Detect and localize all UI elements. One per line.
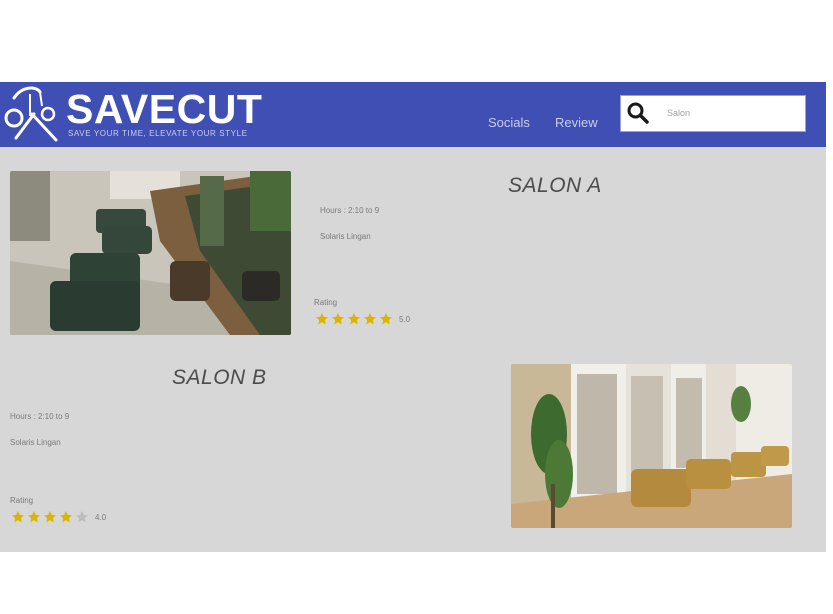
nav-link-review[interactable]: Review <box>555 115 598 130</box>
salon-b-rating-label: Rating <box>10 496 34 505</box>
star-icon <box>348 313 360 325</box>
salon-a-rating-label: Rating <box>314 298 338 307</box>
salon-a-location: Solaris Lingan <box>320 232 371 241</box>
salon-b-photo[interactable] <box>511 364 792 528</box>
rating-count: 5.0 <box>399 314 411 324</box>
salon-b-title[interactable]: SALON B <box>172 366 267 390</box>
search-box[interactable] <box>620 95 806 132</box>
salon-a-rating-stars: 5.0 <box>315 312 410 326</box>
star-icon <box>44 511 56 523</box>
salon-b-location: Solaris Lingan <box>10 438 61 447</box>
salon-a-title[interactable]: SALON A <box>508 174 602 198</box>
star-icon <box>332 313 344 325</box>
search-icon[interactable] <box>626 101 650 125</box>
star-icon <box>380 313 392 325</box>
nav-link-socials[interactable]: Socials <box>488 115 530 130</box>
star-icon <box>316 313 328 325</box>
app-frame: SAVECUT SAVE YOUR TIME, ELEVATE YOUR STY… <box>0 82 826 552</box>
star-icon <box>76 511 88 523</box>
brand-name: SAVECUT <box>66 86 263 132</box>
star-icon <box>12 511 24 523</box>
salon-b-hours: Hours : 2:10 to 9 <box>10 412 70 421</box>
rating-count: 4.0 <box>95 512 107 522</box>
star-icon <box>28 511 40 523</box>
salon-b-rating-stars: 4.0 <box>11 510 106 524</box>
scissors-logo-icon <box>4 86 58 142</box>
salon-a-hours: Hours : 2:10 to 9 <box>320 206 380 215</box>
star-icon <box>364 313 376 325</box>
star-icon <box>60 511 72 523</box>
search-input[interactable] <box>667 102 797 124</box>
salon-a-photo[interactable] <box>10 171 291 335</box>
brand-tagline: SAVE YOUR TIME, ELEVATE YOUR STYLE <box>68 129 248 138</box>
top-header: SAVECUT SAVE YOUR TIME, ELEVATE YOUR STY… <box>0 82 826 147</box>
